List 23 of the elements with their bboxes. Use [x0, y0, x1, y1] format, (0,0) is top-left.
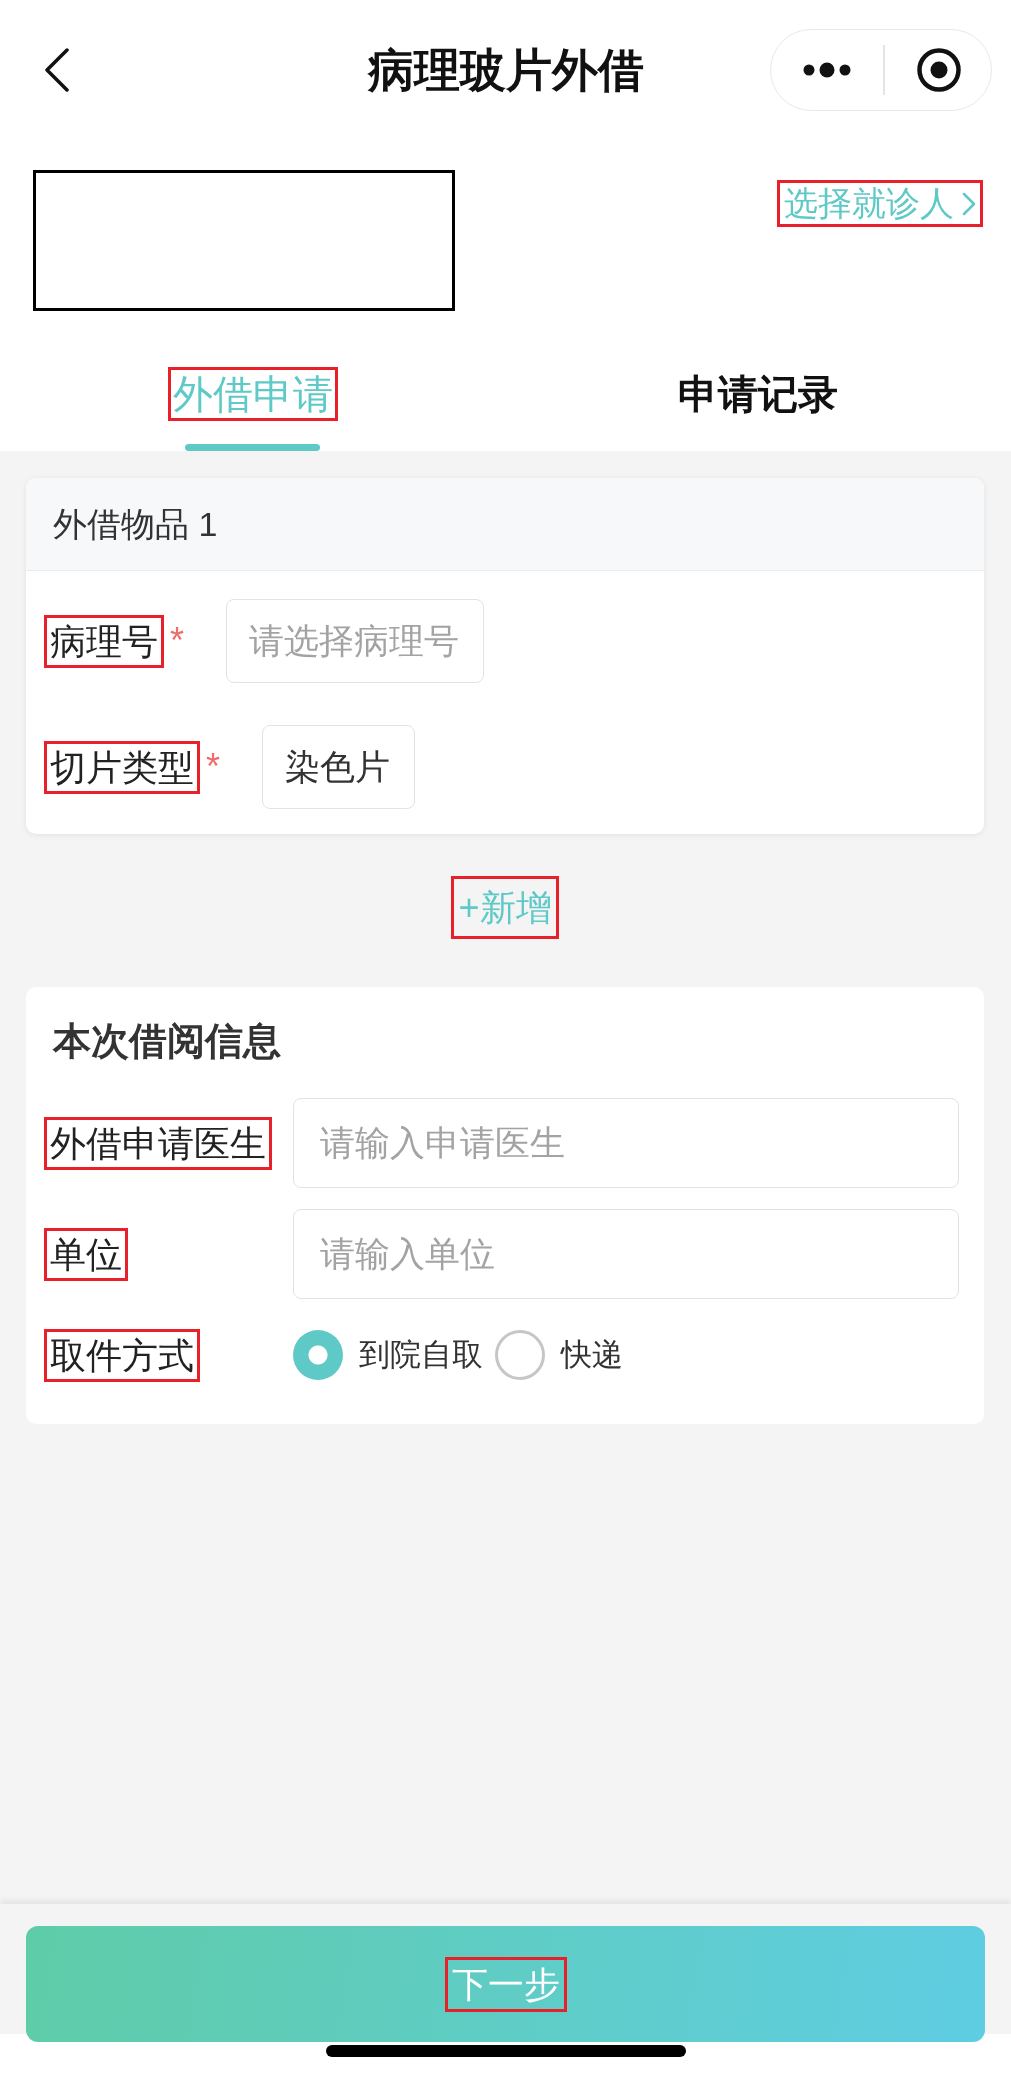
field-label: 单位	[44, 1227, 128, 1281]
tab[interactable]: 申请记录	[673, 367, 844, 421]
field-label: 切片类型	[44, 740, 200, 794]
radio-button[interactable]	[495, 1330, 545, 1380]
required-mark: *	[206, 749, 220, 785]
page-title: 病理玻片外借	[367, 43, 644, 98]
more-icon[interactable]	[803, 62, 851, 78]
card-title: 外借物品 1	[53, 504, 218, 545]
radio-label[interactable]: 到院自取	[359, 1335, 483, 1375]
field-label: 外借申请医生	[44, 1116, 272, 1170]
back-icon[interactable]	[44, 48, 70, 92]
picker-field[interactable]: 请选择病理号	[226, 599, 484, 683]
input-field[interactable]: 请输入申请医生	[293, 1098, 959, 1188]
field-label: 病理号	[44, 614, 164, 668]
picker-field[interactable]: 染色片	[262, 725, 415, 809]
radio-button[interactable]	[293, 1330, 343, 1380]
section-title: 本次借阅信息	[51, 1019, 282, 1064]
chevron-right-icon	[962, 191, 976, 216]
field-label: 取件方式	[44, 1328, 200, 1382]
input-field[interactable]: 请输入单位	[293, 1209, 959, 1299]
required-mark: *	[170, 623, 184, 659]
radio-label[interactable]: 快递	[561, 1335, 623, 1375]
target-icon[interactable]	[916, 48, 961, 92]
